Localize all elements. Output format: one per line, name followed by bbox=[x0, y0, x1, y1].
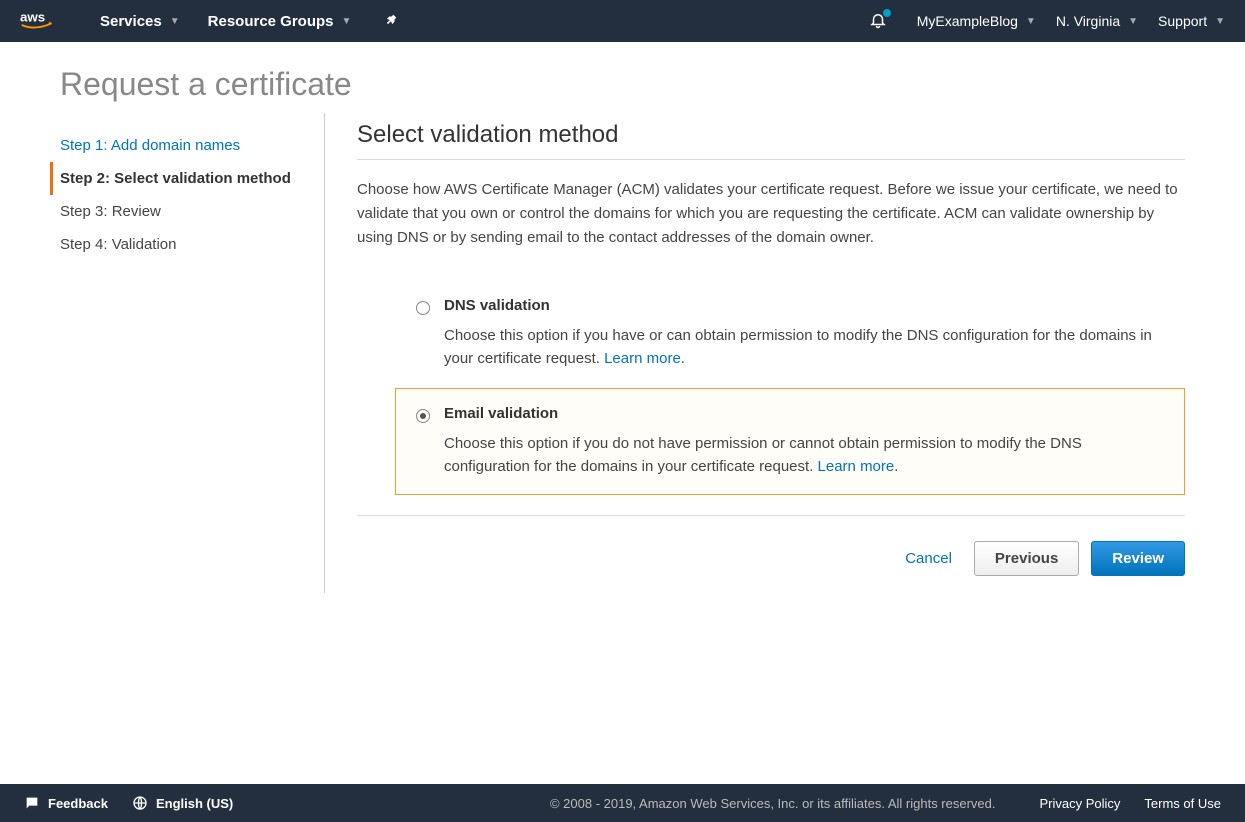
option-dns-text: Choose this option if you have or can ob… bbox=[444, 327, 1152, 367]
chat-icon bbox=[24, 795, 40, 811]
account-label: MyExampleBlog bbox=[917, 13, 1018, 29]
footer-right: Privacy Policy Terms of Use bbox=[1016, 796, 1222, 811]
feedback-label: Feedback bbox=[48, 796, 108, 811]
option-email-desc: Choose this option if you do not have pe… bbox=[444, 432, 1164, 479]
account-menu[interactable]: MyExampleBlog ▼ bbox=[917, 13, 1036, 29]
cancel-button[interactable]: Cancel bbox=[905, 550, 952, 567]
footer: Feedback English (US) © 2008 - 2019, Ama… bbox=[0, 784, 1245, 822]
chevron-down-icon: ▼ bbox=[342, 16, 352, 27]
option-body: DNS validation Choose this option if you… bbox=[444, 297, 1164, 371]
notification-dot-icon bbox=[883, 9, 891, 17]
resource-groups-menu[interactable]: Resource Groups ▼ bbox=[208, 13, 352, 30]
aws-logo[interactable]: aws bbox=[20, 8, 70, 35]
services-label: Services bbox=[100, 13, 162, 30]
region-menu[interactable]: N. Virginia ▼ bbox=[1056, 13, 1138, 29]
radio-dns[interactable] bbox=[416, 301, 430, 315]
wizard-steps: Step 1: Add domain names Step 2: Select … bbox=[60, 113, 325, 593]
main-panel: Select validation method Choose how AWS … bbox=[325, 113, 1185, 593]
option-dns-desc: Choose this option if you have or can ob… bbox=[444, 324, 1164, 371]
feedback-button[interactable]: Feedback bbox=[24, 795, 108, 811]
step-1[interactable]: Step 1: Add domain names bbox=[50, 129, 324, 162]
step-3[interactable]: Step 3: Review bbox=[50, 195, 324, 228]
option-dns-title: DNS validation bbox=[444, 297, 1164, 314]
services-menu[interactable]: Services ▼ bbox=[100, 13, 180, 30]
header-right: MyExampleBlog ▼ N. Virginia ▼ Support ▼ bbox=[869, 11, 1225, 32]
support-label: Support bbox=[1158, 13, 1207, 29]
chevron-down-icon: ▼ bbox=[170, 16, 180, 27]
footer-left: Feedback English (US) bbox=[24, 795, 257, 811]
learn-more-link[interactable]: Learn more bbox=[818, 458, 895, 475]
option-email-validation[interactable]: Email validation Choose this option if y… bbox=[395, 388, 1185, 496]
option-body: Email validation Choose this option if y… bbox=[444, 405, 1164, 479]
support-menu[interactable]: Support ▼ bbox=[1158, 13, 1225, 29]
copyright-text: © 2008 - 2019, Amazon Web Services, Inc.… bbox=[550, 796, 996, 811]
language-button[interactable]: English (US) bbox=[132, 795, 233, 811]
top-nav: aws Services ▼ Resource Groups ▼ MyExamp… bbox=[0, 0, 1245, 42]
notifications-button[interactable] bbox=[869, 11, 887, 32]
section-description: Choose how AWS Certificate Manager (ACM)… bbox=[357, 160, 1185, 280]
globe-icon bbox=[132, 795, 148, 811]
section-title: Select validation method bbox=[357, 113, 1185, 160]
option-dns-validation[interactable]: DNS validation Choose this option if you… bbox=[395, 280, 1185, 388]
step-4[interactable]: Step 4: Validation bbox=[50, 228, 324, 261]
option-email-title: Email validation bbox=[444, 405, 1164, 422]
svg-text:aws: aws bbox=[20, 9, 45, 24]
chevron-down-icon: ▼ bbox=[1128, 16, 1138, 27]
review-button[interactable]: Review bbox=[1091, 541, 1185, 576]
learn-more-link[interactable]: Learn more bbox=[604, 350, 681, 367]
resource-groups-label: Resource Groups bbox=[208, 13, 334, 30]
pin-icon[interactable] bbox=[384, 13, 398, 30]
page-title: Request a certificate bbox=[0, 42, 1245, 113]
chevron-down-icon: ▼ bbox=[1215, 16, 1225, 27]
content: Step 1: Add domain names Step 2: Select … bbox=[0, 113, 1245, 593]
language-label: English (US) bbox=[156, 796, 233, 811]
radio-email[interactable] bbox=[416, 409, 430, 423]
privacy-link[interactable]: Privacy Policy bbox=[1040, 796, 1121, 811]
step-2[interactable]: Step 2: Select validation method bbox=[50, 162, 324, 195]
option-email-text: Choose this option if you do not have pe… bbox=[444, 435, 1082, 475]
terms-link[interactable]: Terms of Use bbox=[1144, 796, 1221, 811]
region-label: N. Virginia bbox=[1056, 13, 1120, 29]
button-row: Cancel Previous Review bbox=[357, 515, 1185, 591]
previous-button[interactable]: Previous bbox=[974, 541, 1079, 576]
chevron-down-icon: ▼ bbox=[1026, 16, 1036, 27]
